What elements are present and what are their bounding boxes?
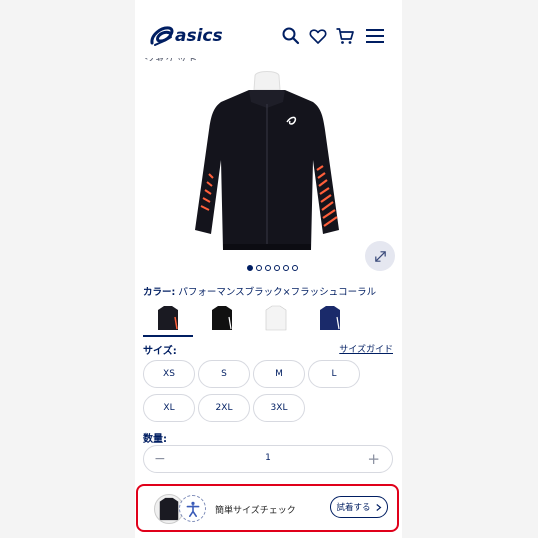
carousel-dot[interactable] [256,265,262,271]
size-guide-link[interactable]: サイズガイド [339,342,393,355]
page-background-left [0,0,135,538]
size-option-l[interactable]: L [308,360,360,388]
mobile-frame: asics ジャケット カラー: パフォーマンスブラック×フラッシュコーラル サ… [135,0,402,538]
color-selection-label: カラー: パフォーマンスブラック×フラッシュコーラル [143,284,376,298]
size-check-person-icon [179,495,206,522]
size-option-2xl[interactable]: 2XL [198,394,250,422]
carousel-dot[interactable] [274,265,280,271]
try-on-button[interactable]: 試着する [330,496,388,518]
zoom-button[interactable] [365,241,395,271]
person-fit-icon [186,501,199,517]
search-icon[interactable] [281,26,301,46]
size-check-label: 簡単サイズチェック [215,506,296,516]
size-option-m[interactable]: M [253,360,305,388]
heart-icon[interactable] [308,26,328,46]
logo-wordmark: asics [175,26,223,46]
size-option-xs[interactable]: XS [143,360,195,388]
jacket-swatch-icon [320,306,340,330]
site-header: asics [135,0,402,58]
asics-logo-mark: asics [150,26,223,46]
carousel-dot[interactable] [247,265,253,271]
quantity-value[interactable]: 1 [144,453,392,463]
color-swatches [143,300,359,337]
size-option-3xl[interactable]: 3XL [253,394,305,422]
carousel-dot[interactable] [283,265,289,271]
size-label: サイズ: [143,346,177,357]
carousel-dot[interactable] [292,265,298,271]
product-image[interactable] [187,68,347,268]
color-swatch-black[interactable] [197,300,247,336]
color-label: カラー: [143,287,176,298]
size-option-s[interactable]: S [198,360,250,388]
menu-icon[interactable] [365,26,385,46]
quantity-label: 数量: [143,434,167,445]
page-background-right [402,0,538,538]
jacket-swatch-icon [212,306,232,330]
asics-logo[interactable]: asics [149,21,229,49]
carousel-dot[interactable] [265,265,271,271]
color-swatch-selected[interactable] [143,300,193,337]
jacket-swatch-icon [158,306,178,330]
chevron-right-icon [375,503,381,511]
jacket-thumbnail-icon [159,497,179,521]
size-check-bar: 簡単サイズチェック 試着する [136,484,399,532]
quantity-increment-button[interactable]: + [367,450,380,468]
size-option-xl[interactable]: XL [143,394,195,422]
try-on-button-label: 試着する [336,503,371,513]
color-value: パフォーマンスブラック×フラッシュコーラル [178,287,377,298]
jacket-illustration [195,71,339,250]
expand-icon [374,250,386,262]
color-swatch-white[interactable] [251,300,301,336]
image-carousel-dots [247,265,298,271]
jacket-swatch-icon [265,305,287,331]
quantity-stepper: − 1 + [143,445,393,473]
cart-icon[interactable] [335,26,355,46]
color-swatch-navy[interactable] [305,300,355,336]
